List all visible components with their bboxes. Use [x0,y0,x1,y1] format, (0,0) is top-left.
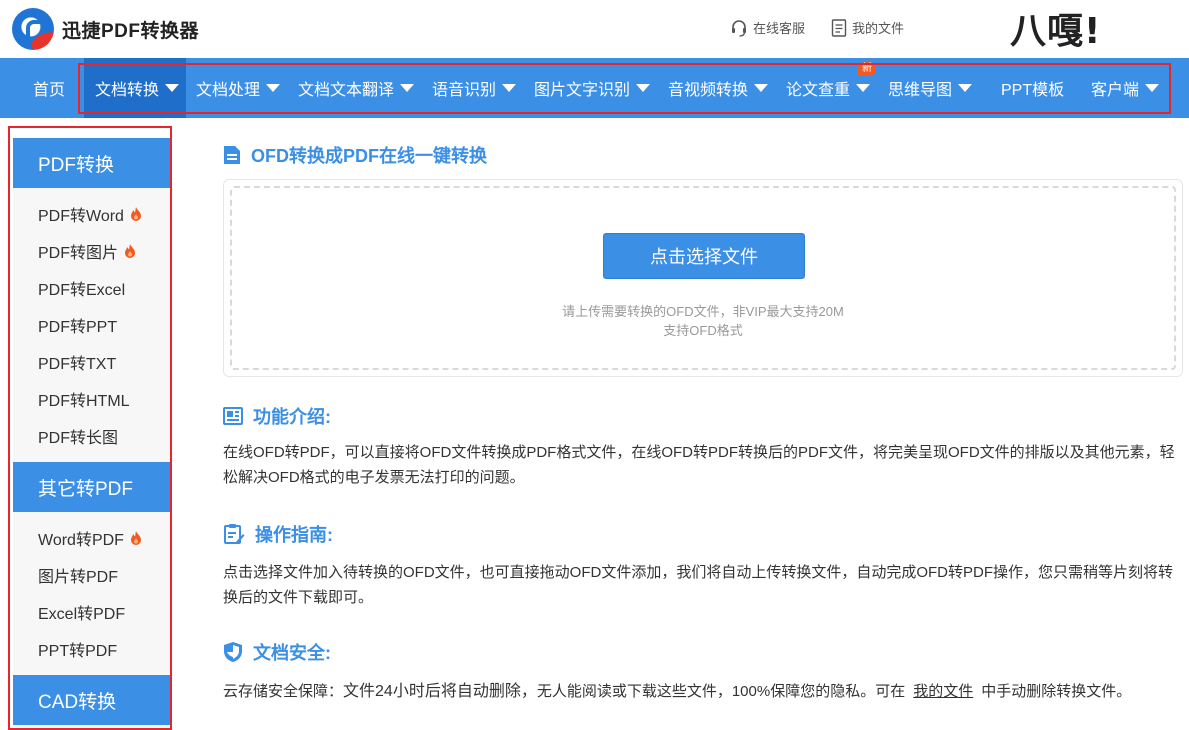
sidebar-item-label: PDF转PPT [38,318,118,336]
sidebar-item-label: Excel转PDF [38,605,126,623]
headset-icon [732,19,746,37]
fire-icon [125,243,136,258]
nav-speech-recognition-label: 语音识别 [432,82,497,99]
sidebar-item-label: 图片转PDF [38,568,119,586]
security-heading-text: 文档安全: [253,643,331,663]
app-name: 迅捷PDF转换器 [62,20,200,42]
page-title-text: OFD转换成PDF在线一键转换 [251,146,487,166]
nav-ppt-templates[interactable]: PPT模板 [1001,58,1064,118]
security-text-highlight: 文件24小时后将自动删除， [343,683,537,700]
nav-image-ocr[interactable]: 图片文字识别 [534,58,651,118]
nav-plagiarism-check-label: 论文查重 [786,82,851,99]
shield-icon [224,642,242,662]
nav-ppt-templates-label: PPT模板 [1001,82,1065,99]
sidebar-item-excel-to-pdf[interactable]: Excel转PDF [13,593,171,630]
chevron-down-icon [400,84,415,92]
sidebar-item-label: Word转PDF [38,531,124,549]
logo[interactable]: 迅捷PDF转换器 [12,8,199,50]
sidebar-group-cad-convert[interactable]: CAD转换 [13,675,171,725]
guide-heading-text: 操作指南: [255,525,333,545]
chevron-down-icon [266,84,281,92]
document-icon [224,146,240,164]
checklist-icon [224,524,245,544]
my-files-link[interactable]: 我的文件 [831,18,904,37]
newspaper-icon [223,407,243,425]
chevron-down-icon [958,84,973,92]
logo-icon [12,8,54,50]
nav-doc-translate[interactable]: 文档文本翻译 [298,58,415,118]
my-files-inline-link[interactable]: 我的文件 [905,683,981,700]
sidebar-item-pdf-to-long-image[interactable]: PDF转长图 [13,417,171,454]
upload-hint-size: 请上传需要转换的OFD文件，非VIP最大支持20M [562,304,844,319]
sidebar-item-pdf-to-txt[interactable]: PDF转TXT [13,343,171,380]
upload-dropzone-inner[interactable]: 点击选择文件 请上传需要转换的OFD文件，非VIP最大支持20M 支持OFD格式 [230,186,1176,370]
nav-doc-convert[interactable]: 文档转换 [84,58,186,118]
features-text: 在线OFD转PDF，可以直接将OFD文件转换成PDF格式文件，在线OFD转PDF… [223,444,1175,486]
nav-av-convert[interactable]: 音视频转换 [668,58,769,118]
sidebar-item-pdf-to-ppt[interactable]: PDF转PPT [13,306,171,343]
features-heading-text: 功能介绍: [253,407,331,427]
chevron-down-icon [754,84,769,92]
sidebar-item-pdf-to-image[interactable]: PDF转图片 [13,232,171,269]
fire-icon [130,530,141,545]
guide-heading: 操作指南: [223,521,333,547]
nav-client[interactable]: 客户端 [1091,58,1160,118]
nav-home-label: 首页 [33,82,66,99]
security-text-prefix: 云存储安全保障： [223,683,344,700]
sidebar-item-label: PDF转Excel [38,281,126,299]
online-service-link[interactable]: 在线客服 [730,18,805,37]
chevron-down-icon [1145,84,1160,92]
chevron-down-icon [856,84,871,92]
nav-mind-map[interactable]: 思维导图 [888,58,973,118]
features-heading: 功能介绍: [223,403,331,429]
top-header: 迅捷PDF转换器 在线客服 我的文件 八嘎! [0,0,1189,58]
nav-client-label: 客户端 [1091,82,1140,99]
sidebar-item-label: PDF转TXT [38,355,117,373]
nav-plagiarism-check[interactable]: 论文查重 新 [786,58,876,118]
sidebar-item-pdf-to-excel[interactable]: PDF转Excel [13,269,171,306]
nav-doc-process-label: 文档处理 [196,82,261,99]
security-text-suffix: 中手动删除转换文件。 [981,683,1132,700]
nav-av-convert-label: 音视频转换 [668,82,749,99]
sidebar-item-ppt-to-pdf[interactable]: PPT转PDF [13,630,171,667]
nav-doc-translate-label: 文档文本翻译 [298,82,395,99]
sidebar-item-pdf-to-html[interactable]: PDF转HTML [13,380,171,417]
sidebar-item-label: PDF转图片 [38,244,119,262]
choose-file-button[interactable]: 点击选择文件 [603,233,805,279]
sidebar-item-pdf-to-word[interactable]: PDF转Word [13,195,171,232]
security-heading: 文档安全: [223,639,331,665]
sidebar-item-label: PDF转Word [38,207,124,225]
sidebar-group-pdf-convert[interactable]: PDF转换 [13,138,171,188]
nav-mind-map-label: 思维导图 [888,82,953,99]
upload-dropzone[interactable]: 点击选择文件 请上传需要转换的OFD文件，非VIP最大支持20M 支持OFD格式 [223,179,1183,377]
sidebar-item-label: PDF转长图 [38,429,119,447]
security-text-middle: 无人能阅读或下载这些文件，100%保障您的隐私。可在 [536,683,906,700]
chevron-down-icon [502,84,517,92]
sidebar-item-image-to-pdf[interactable]: 图片转PDF [13,556,171,593]
upload-hint-format: 支持OFD格式 [663,323,743,338]
promo-text: 八嘎! [1010,11,1102,52]
sidebar-item-label: PDF转HTML [38,392,130,410]
nav-speech-recognition[interactable]: 语音识别 [432,58,517,118]
main-nav: 首页 文档转换 文档处理 文档文本翻译 语音识别 图片文字识别 音视频转换 论文… [0,58,1189,118]
document-icon [831,18,847,37]
my-files-label: 我的文件 [852,21,905,36]
chevron-down-icon [165,84,180,92]
new-badge: 新 [858,62,876,76]
chevron-down-icon [636,84,651,92]
nav-image-ocr-label: 图片文字识别 [534,82,631,99]
fire-icon [130,206,141,221]
nav-doc-convert-label: 文档转换 [95,82,160,99]
online-service-label: 在线客服 [753,21,806,36]
sidebar-group-other-to-pdf[interactable]: 其它转PDF [13,462,171,512]
nav-doc-process[interactable]: 文档处理 [196,58,281,118]
sidebar: PDF转换 PDF转Word PDF转图片 PDF转Excel PDF转PPT … [13,138,171,730]
security-text: 云存储安全保障：文件24小时后将自动删除，无人能阅读或下载这些文件，100%保障… [223,679,1178,704]
guide-text: 点击选择文件加入待转换的OFD文件，也可直接拖动OFD文件添加，我们将自动上传转… [223,564,1173,606]
sidebar-item-label: PPT转PDF [38,642,118,660]
nav-home[interactable]: 首页 [33,58,65,118]
page-title: OFD转换成PDF在线一键转换 [223,142,487,168]
sidebar-item-word-to-pdf[interactable]: Word转PDF [13,519,171,556]
